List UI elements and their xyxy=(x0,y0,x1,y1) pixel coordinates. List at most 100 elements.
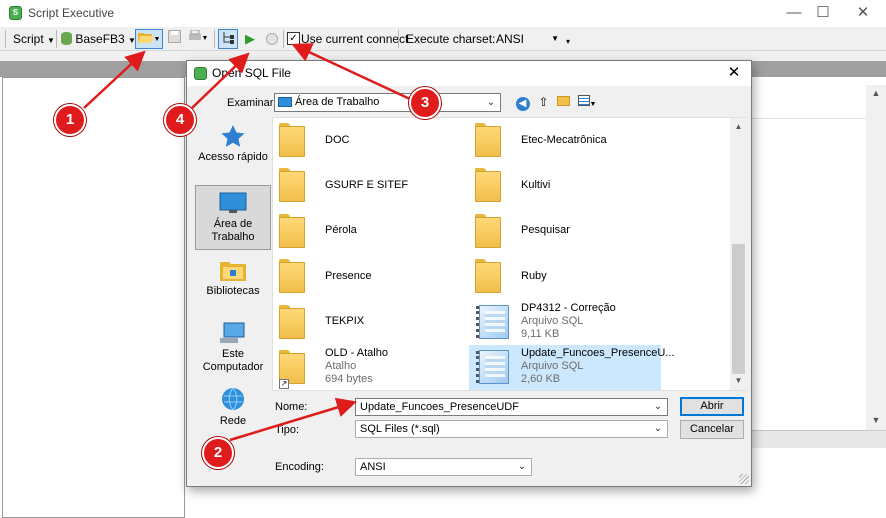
view-menu-button[interactable]: ▼ xyxy=(576,94,598,111)
file-type: Arquivo SQL xyxy=(521,315,584,327)
scroll-up-icon[interactable]: ▲ xyxy=(730,122,747,131)
sql-file-icon xyxy=(473,347,511,385)
toolbar: Script ▼ BaseFB3 ▼ ▼ ▼ ▶ ✓ Use current c… xyxy=(0,27,886,51)
file-item-folder[interactable]: Presence xyxy=(273,254,465,297)
editor-scrollbar[interactable]: ▲ ▼ xyxy=(866,85,886,430)
shortcut-arrow-icon: ↗ xyxy=(279,379,289,389)
folder-icon xyxy=(279,214,305,248)
places-bar: Acesso rápido Área de Trabalho Bibliotec… xyxy=(193,117,272,390)
place-network[interactable]: Rede xyxy=(195,387,271,429)
use-current-connect-checkbox[interactable]: ✓ xyxy=(287,32,300,45)
file-name: DOC xyxy=(325,134,350,146)
main-titlebar: S Script Executive — ☐ ✕ xyxy=(0,0,886,27)
star-icon xyxy=(221,125,245,147)
editor-status-strip xyxy=(752,430,886,448)
file-name: Pérola xyxy=(325,224,357,236)
file-list[interactable]: DOC GSURF E SITEF Pérola Presence TEKPIX… xyxy=(272,117,747,391)
place-this-pc[interactable]: Este Computador xyxy=(195,322,271,380)
file-name: DP4312 - Correção xyxy=(521,302,616,314)
editor-divider xyxy=(752,118,866,119)
close-button[interactable]: ✕ xyxy=(840,0,886,27)
place-quick-access[interactable]: Acesso rápido xyxy=(195,125,271,173)
scrollbar-thumb[interactable] xyxy=(732,244,745,374)
tree-view-button[interactable] xyxy=(218,29,238,49)
folder-icon xyxy=(279,168,305,202)
file-item-folder[interactable]: Etec-Mecatrônica xyxy=(469,118,661,161)
file-name: Ruby xyxy=(521,270,547,282)
place-label: Rede xyxy=(219,415,247,427)
save-button[interactable] xyxy=(164,29,184,49)
new-folder-button[interactable] xyxy=(555,94,572,111)
look-in-select[interactable]: Área de Trabalho ⌄ xyxy=(274,93,501,112)
desktop-icon xyxy=(278,97,292,107)
back-button[interactable]: ◀ xyxy=(514,94,531,111)
open-button[interactable]: Abrir xyxy=(680,397,744,416)
resize-grip-icon[interactable] xyxy=(739,474,749,484)
cancel-button[interactable]: Cancelar xyxy=(680,420,744,439)
toolbar-separator xyxy=(398,30,399,48)
dropdown-arrow-icon: ▼ xyxy=(551,34,559,43)
toolbar-separator xyxy=(283,30,284,48)
up-folder-icon: ⇧ xyxy=(538,95,549,109)
chevron-down-icon: ⌄ xyxy=(517,461,527,472)
file-item-sql[interactable]: DP4312 - Correção Arquivo SQL 9,11 KB xyxy=(469,300,661,343)
scroll-down-icon[interactable]: ▼ xyxy=(730,376,747,385)
sql-file-icon xyxy=(473,302,511,340)
file-item-sql-selected[interactable]: Update_Funcoes_PresenceU... Arquivo SQL … xyxy=(469,345,674,390)
file-size: 9,11 KB xyxy=(521,328,560,340)
file-list-scrollbar[interactable]: ▲ ▼ xyxy=(730,118,747,390)
file-item-folder[interactable]: Kultivi xyxy=(469,163,661,206)
file-type-label: Tipo: xyxy=(275,424,300,436)
scroll-down-icon[interactable]: ▼ xyxy=(866,415,886,425)
object-tree-pane[interactable] xyxy=(2,77,185,518)
printer-icon xyxy=(188,29,201,40)
folder-icon xyxy=(475,123,501,157)
desktop-icon xyxy=(219,192,247,213)
chevron-down-icon: ⌄ xyxy=(486,97,496,108)
stop-button[interactable] xyxy=(262,29,282,49)
file-item-folder[interactable]: Ruby xyxy=(469,254,661,297)
window-title: Script Executive xyxy=(28,6,115,20)
use-current-connect-label: Use current connect xyxy=(301,32,409,46)
toolbar-separator xyxy=(56,30,57,48)
print-button[interactable]: ▼ xyxy=(184,29,212,49)
file-item-folder[interactable]: TEKPIX xyxy=(273,300,465,343)
file-name: Etec-Mecatrônica xyxy=(521,134,607,146)
file-name: TEKPIX xyxy=(325,315,365,327)
back-arrow-icon: ◀ xyxy=(515,97,530,111)
stop-circle-icon xyxy=(266,33,278,45)
place-label: Acesso rápido xyxy=(198,151,268,163)
dropdown-arrow-icon: ▼ xyxy=(47,36,55,45)
chevron-down-icon: ⌄ xyxy=(653,401,663,412)
place-label: Bibliotecas xyxy=(206,285,260,297)
execute-charset-select[interactable]: ANSI ▼ xyxy=(492,29,564,49)
encoding-select[interactable]: ANSI ⌄ xyxy=(355,458,532,476)
file-item-folder[interactable]: Pesquisar xyxy=(469,209,661,252)
file-type-select[interactable]: SQL Files (*.sql) ⌄ xyxy=(355,420,668,438)
database-menu[interactable]: BaseFB3 ▼ xyxy=(61,30,136,48)
file-name: Kultivi xyxy=(521,179,551,191)
file-item-shortcut[interactable]: ↗ OLD - Atalho Atalho 694 bytes xyxy=(273,345,465,390)
place-libraries[interactable]: Bibliotecas xyxy=(195,259,271,304)
script-menu-label: Script xyxy=(13,32,44,46)
execute-button[interactable]: ▶ xyxy=(240,29,260,49)
up-folder-button[interactable]: ⇧ xyxy=(535,94,552,111)
network-icon xyxy=(222,387,244,411)
file-name: Pesquisar xyxy=(521,224,570,236)
place-desktop[interactable]: Área de Trabalho xyxy=(195,185,271,250)
file-item-folder[interactable]: DOC xyxy=(273,118,465,161)
tree-icon xyxy=(223,32,234,44)
open-file-button[interactable]: ▼ xyxy=(135,29,163,49)
file-name-input[interactable]: Update_Funcoes_PresenceUDF ⌄ xyxy=(355,398,668,416)
dialog-close-button[interactable]: ✕ xyxy=(721,62,747,84)
chevron-down-icon: ⌄ xyxy=(653,423,663,434)
toolbar-overflow-icon[interactable]: ▾ xyxy=(566,33,570,51)
new-folder-icon xyxy=(557,96,570,106)
script-menu[interactable]: Script ▼ xyxy=(13,30,55,48)
file-item-folder[interactable]: Pérola xyxy=(273,209,465,252)
file-item-folder[interactable]: GSURF E SITEF xyxy=(273,163,465,206)
scroll-up-icon[interactable]: ▲ xyxy=(866,88,886,98)
save-icon xyxy=(167,30,181,43)
file-type: Atalho xyxy=(325,360,357,372)
database-icon xyxy=(61,32,72,45)
